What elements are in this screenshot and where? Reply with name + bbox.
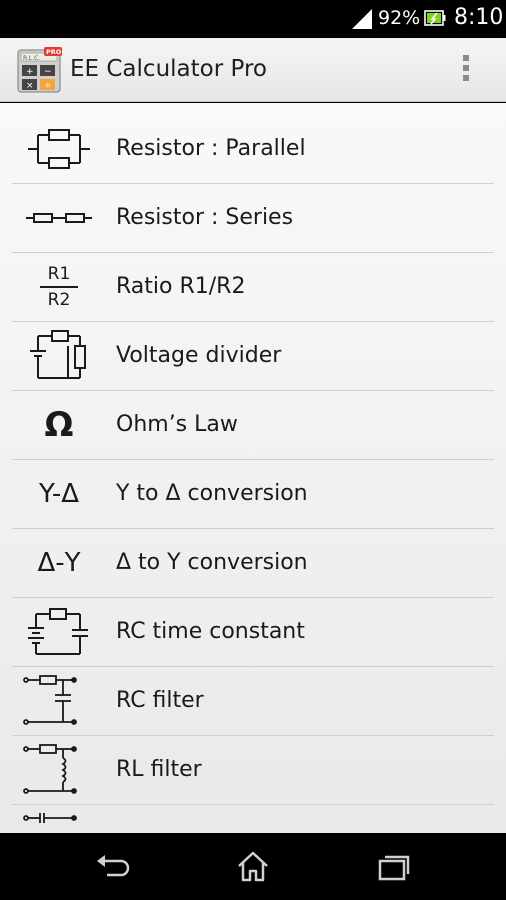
svg-text:−: −	[44, 67, 52, 77]
resistor-parallel-icon	[28, 129, 90, 169]
status-bar: 92% 8:10	[0, 0, 506, 38]
delta-y-icon: Δ-Y	[37, 548, 81, 578]
list-item-resistor-series[interactable]: Resistor : Series	[12, 184, 494, 253]
item-label: RC time constant	[116, 619, 305, 644]
calculator-list: Resistor : Parallel Resistor : Series R1	[12, 115, 494, 833]
circuit-partial-icon	[23, 813, 77, 823]
list-item-partial[interactable]	[12, 805, 494, 833]
battery-percent: 92%	[378, 7, 421, 29]
list-item-voltage-divider[interactable]: Voltage divider	[12, 322, 494, 391]
svg-text:PRO: PRO	[46, 48, 62, 56]
list-item-y-to-delta[interactable]: Y-Δ Y to Δ conversion	[12, 460, 494, 529]
item-label: Voltage divider	[116, 343, 282, 368]
calculator-app-icon[interactable]: R.L.C. PRO + − × ÷	[16, 46, 64, 94]
overflow-menu-icon[interactable]	[454, 52, 478, 88]
rl-filter-icon	[23, 744, 77, 794]
item-label: Resistor : Parallel	[116, 136, 306, 161]
content-area: Resistor : Parallel Resistor : Series R1	[0, 103, 506, 833]
signal-icon	[352, 9, 372, 29]
battery-charging-icon	[424, 10, 446, 26]
list-item-rl-filter[interactable]: RL filter	[12, 736, 494, 805]
svg-text:+: +	[26, 67, 34, 77]
item-label: RC filter	[116, 688, 204, 713]
svg-text:÷: ÷	[44, 81, 52, 91]
rc-time-constant-icon	[28, 608, 88, 655]
recent-apps-icon[interactable]	[374, 849, 414, 883]
ratio-denominator: R2	[47, 289, 71, 310]
resistor-series-icon	[26, 213, 92, 223]
action-bar: R.L.C. PRO + − × ÷ EE Calculator Pro	[0, 38, 506, 102]
list-item-resistor-parallel[interactable]: Resistor : Parallel	[12, 115, 494, 184]
item-label: Y to Δ conversion	[116, 481, 308, 506]
back-icon[interactable]	[93, 849, 133, 883]
omega-icon: Ω	[44, 405, 74, 445]
item-label: RL filter	[116, 757, 202, 782]
ratio-numerator: R1	[47, 264, 71, 285]
item-label: Δ to Y conversion	[116, 550, 308, 575]
voltage-divider-icon	[30, 330, 86, 379]
svg-text:×: ×	[26, 81, 34, 91]
list-item-ratio[interactable]: R1 R2 Ratio R1/R2	[12, 253, 494, 322]
y-delta-icon: Y-Δ	[39, 479, 79, 509]
ratio-icon: R1 R2	[18, 257, 100, 317]
list-item-rc-filter[interactable]: RC filter	[12, 667, 494, 736]
navigation-bar	[0, 833, 506, 900]
list-item-rc-time-constant[interactable]: RC time constant	[12, 598, 494, 667]
svg-text:R.L.C.: R.L.C.	[23, 55, 40, 62]
item-label: Ohm’s Law	[116, 412, 238, 437]
rc-filter-icon	[23, 675, 77, 725]
item-label: Ratio R1/R2	[116, 274, 246, 299]
item-label: Resistor : Series	[116, 205, 294, 230]
app-title: EE Calculator Pro	[70, 56, 267, 82]
list-item-delta-to-y[interactable]: Δ-Y Δ to Y conversion	[12, 529, 494, 598]
home-icon[interactable]	[233, 849, 273, 883]
list-item-ohms-law[interactable]: Ω Ohm’s Law	[12, 391, 494, 460]
clock: 8:10	[454, 5, 504, 30]
